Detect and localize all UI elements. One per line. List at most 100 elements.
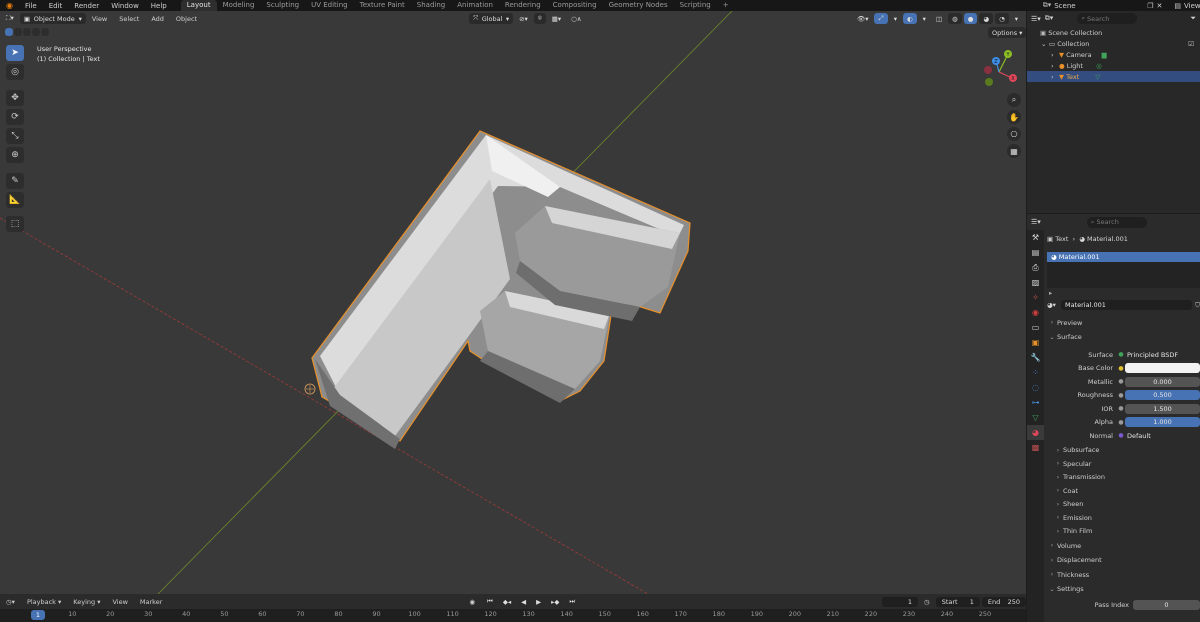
tree-row-text[interactable]: › ▼ Text ▽	[1027, 71, 1200, 82]
play-button[interactable]: ▶	[532, 596, 546, 607]
socket-dot-icon[interactable]: ●	[1117, 351, 1125, 358]
mode-dropdown[interactable]: ▣ Object Mode ▾	[19, 13, 86, 24]
subsection-sheen[interactable]: › Sheen	[1047, 498, 1200, 512]
shading-solid[interactable]: ●	[963, 13, 978, 24]
add-workspace-button[interactable]: +	[717, 0, 735, 11]
tab-object[interactable]: ▣	[1027, 335, 1044, 350]
jump-keyframe-forward-button[interactable]: ▸◆	[547, 596, 564, 607]
scale-tool[interactable]: ⤡	[6, 128, 24, 144]
overlays-options[interactable]: ▾	[919, 13, 930, 24]
tab-particles[interactable]: ⁘	[1027, 365, 1044, 380]
field-value-surface[interactable]: Principled BSDF	[1125, 350, 1200, 360]
subsection-emission[interactable]: › Emission	[1047, 511, 1200, 525]
section-volume[interactable]: › Volume	[1047, 539, 1200, 553]
overlays-toggle[interactable]: ◐	[902, 13, 917, 24]
menu-select[interactable]: Select	[113, 15, 145, 23]
add-cube-tool[interactable]: ⬚	[6, 216, 24, 232]
menu-add[interactable]: Add	[145, 15, 170, 23]
timeline-editor-icon[interactable]: ◷▾	[0, 598, 21, 606]
field-value-roughness[interactable]: 0.500	[1125, 390, 1200, 401]
menu-help[interactable]: Help	[145, 2, 173, 10]
subsection-subsurface[interactable]: › Subsurface	[1047, 444, 1200, 458]
material-browse-icon[interactable]: ◕▾	[1047, 301, 1061, 309]
tab-constraints[interactable]: ⊶	[1027, 395, 1044, 410]
expand-chevron-icon[interactable]: ›	[1051, 51, 1059, 59]
tab-compositing[interactable]: Compositing	[547, 0, 603, 11]
move-tool[interactable]: ✥	[6, 90, 24, 106]
end-frame-field[interactable]: End 250	[981, 596, 1026, 607]
tab-physics[interactable]: ◌	[1027, 380, 1044, 395]
socket-dot-icon[interactable]: ●	[1117, 432, 1125, 439]
subsection-specular[interactable]: › Specular	[1047, 457, 1200, 471]
pass-index-field[interactable]: 0	[1133, 599, 1200, 610]
editor-type-button[interactable]: ⛶▾	[2, 13, 18, 24]
tab-output[interactable]: ⎙	[1027, 260, 1044, 275]
gizmo-options[interactable]: ▾	[890, 13, 901, 24]
menu-object[interactable]: Object	[170, 15, 203, 23]
tab-shading[interactable]: Shading	[411, 0, 451, 11]
jump-end-button[interactable]: ⏭	[565, 596, 580, 607]
socket-dot-icon[interactable]: ●	[1117, 365, 1125, 372]
camera-view-button[interactable]: ⎔	[1007, 127, 1021, 141]
transform-tool[interactable]: ⊕	[6, 147, 24, 163]
snap-target-button[interactable]: ▦▾	[548, 13, 565, 24]
timeline-ruler[interactable]: 1 10 20 30 40 50 60 70 80 90 100 110 120 130 140 150 160…	[0, 609, 1026, 622]
tab-world[interactable]: ◉	[1027, 305, 1044, 320]
3d-viewport[interactable]: ⛶▾ ▣ Object Mode ▾ View Select Add Objec…	[0, 11, 1026, 594]
tree-row-collection[interactable]: ⌄ ▭ Collection ☑	[1027, 38, 1200, 49]
slot-list-expander[interactable]: ▸	[1047, 288, 1200, 298]
menu-window[interactable]: Window	[105, 2, 145, 10]
section-thickness[interactable]: › Thickness	[1047, 568, 1200, 582]
tab-sculpting[interactable]: Sculpting	[260, 0, 305, 11]
pivot-point-button[interactable]: ⊘▾	[515, 13, 532, 24]
properties-search-input[interactable]: ⌕ Search	[1086, 216, 1147, 228]
play-reverse-button[interactable]: ◀	[517, 596, 531, 607]
menu-keying[interactable]: Keying ▾	[67, 598, 106, 606]
socket-dot-icon[interactable]: ●	[1117, 419, 1125, 426]
field-value-ior[interactable]: 1.500	[1125, 403, 1200, 414]
blender-logo-icon[interactable]: ◉	[0, 1, 19, 10]
subsection-thin-film[interactable]: › Thin Film	[1047, 525, 1200, 539]
start-frame-field[interactable]: Start 1	[935, 596, 980, 607]
field-value-metallic[interactable]: 0.000	[1125, 376, 1200, 387]
jump-start-button[interactable]: ⏮	[483, 596, 497, 607]
tree-row-scene-collection[interactable]: ▣ Scene Collection	[1027, 27, 1200, 38]
tab-modeling[interactable]: Modeling	[217, 0, 261, 11]
gizmo-toggle[interactable]: ⤢	[874, 13, 888, 24]
section-displacement[interactable]: › Displacement	[1047, 554, 1200, 568]
select-new-button[interactable]	[5, 28, 13, 36]
select-extend-button[interactable]	[14, 28, 22, 36]
menu-view[interactable]: View	[86, 15, 113, 23]
text-object-f[interactable]	[311, 130, 691, 449]
select-invert-button[interactable]	[32, 28, 40, 36]
ortho-toggle-button[interactable]: ▦	[1007, 144, 1021, 158]
proportional-edit-toggle[interactable]: ○∧	[567, 13, 585, 24]
field-value-alpha[interactable]: 1.000	[1125, 417, 1200, 428]
shading-options[interactable]: ▾	[1011, 13, 1022, 24]
tab-scripting[interactable]: Scripting	[674, 0, 717, 11]
menu-edit[interactable]: Edit	[43, 2, 69, 10]
scene-selector[interactable]: ⧉▾ Scene ❐ ✕	[1037, 1, 1169, 10]
shading-rendered[interactable]: ◔	[995, 13, 1009, 24]
navigation-gizmo[interactable]: Y Z X	[974, 47, 1024, 97]
measure-tool[interactable]: 📐	[6, 192, 24, 208]
tree-row-camera[interactable]: › ▼ Camera ▆	[1027, 49, 1200, 60]
shading-wireframe[interactable]: ◍	[948, 13, 962, 24]
section-surface[interactable]: ⌄ Surface	[1047, 331, 1200, 345]
zoom-button[interactable]: ⌕	[1007, 93, 1021, 107]
tab-layout[interactable]: Layout	[180, 0, 217, 11]
display-mode-icon[interactable]: ⧉▾	[1045, 14, 1054, 23]
subsection-transmission[interactable]: › Transmission	[1047, 471, 1200, 485]
tab-texture[interactable]: ▩	[1027, 440, 1044, 455]
tab-tool[interactable]: ⚒	[1027, 230, 1044, 245]
tab-material[interactable]: ◕	[1027, 425, 1044, 440]
expand-chevron-icon[interactable]: ›	[1051, 62, 1059, 70]
socket-dot-icon[interactable]: ●	[1117, 405, 1125, 412]
current-frame-field[interactable]: 1	[881, 596, 919, 607]
tab-texture-paint[interactable]: Texture Paint	[354, 0, 411, 11]
section-settings[interactable]: ⌄ Settings	[1047, 583, 1200, 597]
menu-timeline-view[interactable]: View	[106, 598, 133, 606]
rotate-tool[interactable]: ⟳	[6, 109, 24, 125]
outliner-editor-icon[interactable]: ☰▾	[1031, 15, 1041, 23]
tab-data[interactable]: ▽	[1027, 410, 1044, 425]
